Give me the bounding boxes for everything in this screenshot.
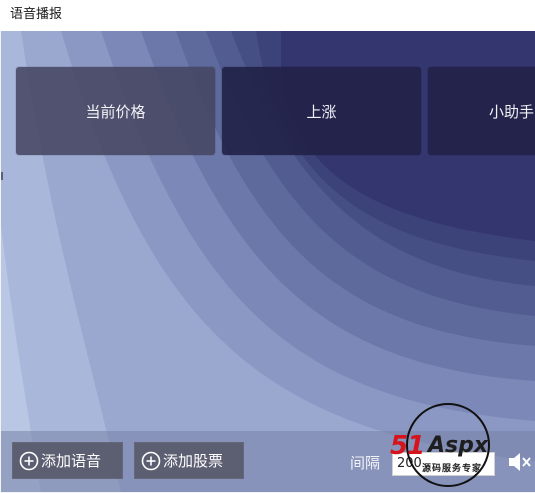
window-title: 语音播报 [10, 7, 63, 22]
card-assistant[interactable]: 小助手 [428, 67, 535, 155]
card-label: 当前价格 [85, 102, 146, 121]
watermark-logo: 51 Aspx 源码服务专家 [388, 403, 518, 493]
watermark-brand-number: 51 [390, 431, 425, 461]
interval-label: 间隔 [350, 454, 381, 472]
watermark-brand-name: Aspx [428, 433, 489, 458]
card-current-price[interactable]: 当前价格 [16, 67, 215, 155]
plus-circle-icon [19, 451, 39, 470]
add-voice-button[interactable]: 添加语音 [12, 442, 123, 479]
card-label: 小助手 [489, 102, 535, 121]
add-stock-label: 添加股票 [163, 452, 224, 470]
card-rise[interactable]: 上涨 [222, 67, 421, 155]
title-bar[interactable]: 语音播报 [0, 0, 535, 31]
add-stock-button[interactable]: 添加股票 [134, 442, 244, 479]
add-voice-label: 添加语音 [41, 452, 102, 470]
left-edge-tick [1, 172, 3, 180]
app-window: 语音播报 当前价格 上涨 小助手 添加语音 添加股票 间隔 200 51 Asp… [0, 0, 535, 493]
watermark-tagline: 源码服务专家 [422, 464, 483, 474]
plus-circle-icon [141, 451, 161, 470]
card-label: 上涨 [306, 102, 337, 121]
